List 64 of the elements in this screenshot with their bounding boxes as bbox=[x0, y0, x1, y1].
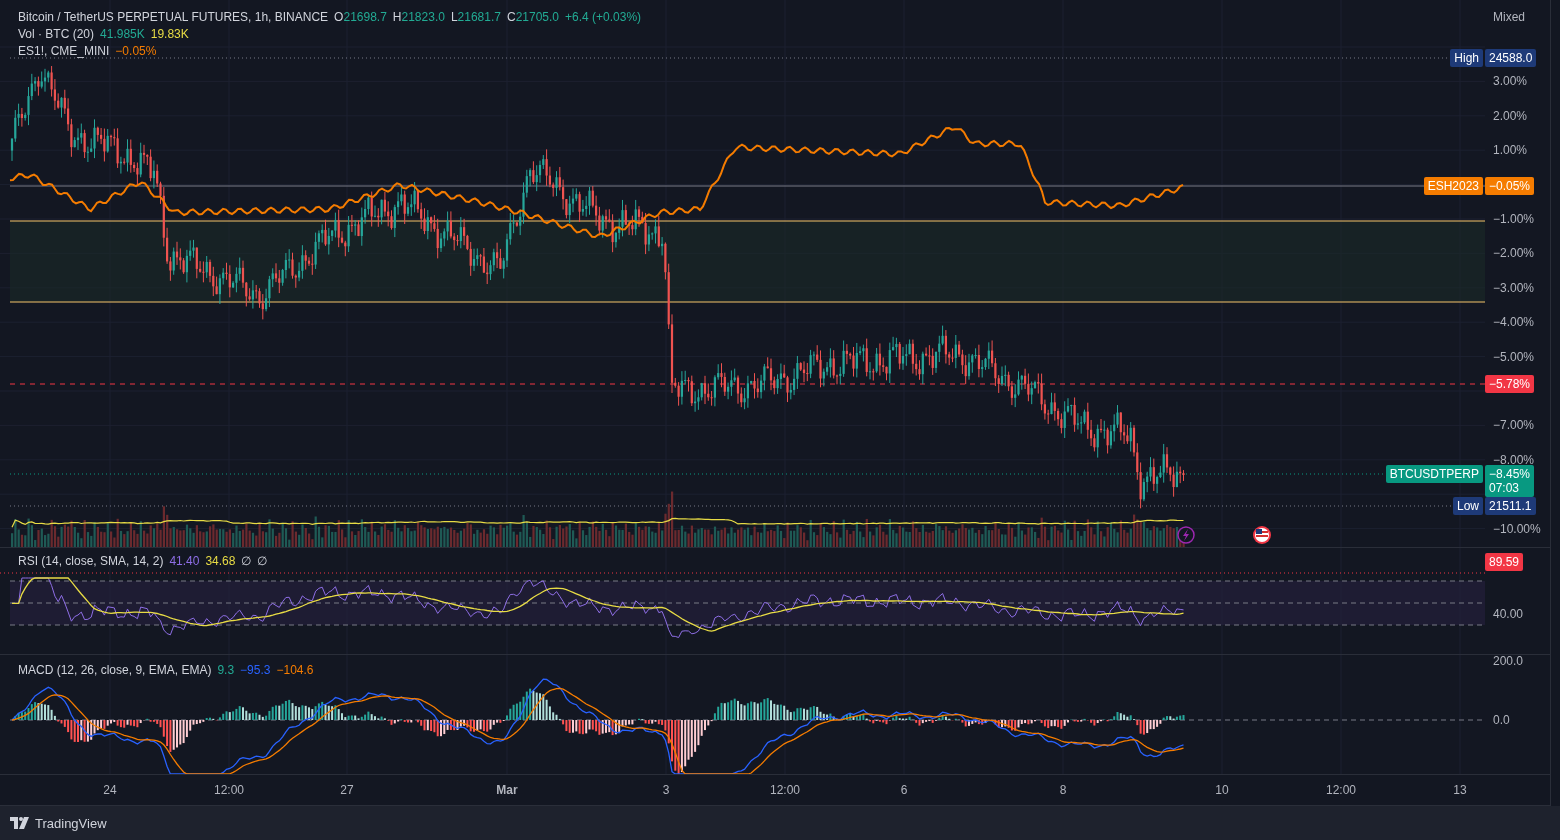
price-label-tag: High bbox=[1450, 49, 1483, 67]
axis-tick: 0.0 bbox=[1493, 713, 1510, 727]
axis-tick: −1.00% bbox=[1493, 212, 1535, 226]
time-tick: Mar bbox=[496, 783, 518, 797]
price-label: 21511.1 bbox=[1485, 497, 1536, 515]
time-tick: 6 bbox=[900, 783, 908, 797]
rsi-value: 41.40 bbox=[169, 554, 200, 568]
macd-legend: MACD (12, 26, close, 9, EMA, EMA) bbox=[18, 663, 212, 677]
rsi-label: 89.59 bbox=[1485, 553, 1524, 571]
time-tick: 12:00 bbox=[1326, 783, 1356, 797]
axis-tick: −4.00% bbox=[1493, 315, 1535, 330]
axis-tick: 200.0 bbox=[1493, 654, 1524, 668]
price-label-tag: BTCUSDTPERP bbox=[1385, 465, 1483, 483]
price-label: −5.78% bbox=[1485, 375, 1535, 393]
lightning-icon[interactable] bbox=[1177, 526, 1195, 544]
empty-value: ∅ bbox=[257, 554, 268, 568]
volume-legend: Vol · BTC (20) bbox=[18, 27, 95, 41]
price-label-tag: ESH2023 bbox=[1423, 177, 1483, 195]
price-label: 24588.0 bbox=[1485, 49, 1537, 67]
brand-link[interactable]: TradingView bbox=[35, 815, 107, 831]
comparison-legend: ES1!, CME_MINI bbox=[18, 44, 110, 58]
ohlc-value: 21823.0 bbox=[401, 10, 445, 24]
macd-value: −95.3 bbox=[240, 663, 271, 677]
rsi-value: 34.68 bbox=[205, 554, 236, 568]
time-tick: 27 bbox=[340, 783, 354, 797]
ohlc-value: 21681.7 bbox=[457, 10, 501, 24]
macd-value: 9.3 bbox=[217, 663, 235, 677]
axis-tick: 1.00% bbox=[1493, 143, 1528, 158]
time-tick: 8 bbox=[1059, 783, 1067, 797]
empty-value: ∅ bbox=[241, 554, 252, 568]
scale-mode[interactable]: Mixed bbox=[1493, 10, 1525, 24]
axis-tick: −5.00% bbox=[1493, 349, 1535, 364]
ohlc-label: L bbox=[450, 10, 458, 24]
axis-tick: 2.00% bbox=[1493, 108, 1528, 123]
axis-tick: −8.00% bbox=[1493, 452, 1535, 467]
axis-tick: 3.00% bbox=[1493, 74, 1528, 89]
axis-tick: −3.00% bbox=[1493, 280, 1535, 295]
time-tick: 24 bbox=[103, 783, 117, 797]
axis-tick: −7.00% bbox=[1493, 418, 1535, 433]
time-tick: 13 bbox=[1453, 783, 1467, 797]
time-tick: 12:00 bbox=[214, 783, 244, 797]
price-label: −8.45% 07:03 bbox=[1485, 465, 1535, 497]
price-label-tag: Low bbox=[1453, 497, 1483, 515]
axis-tick: −10.00% bbox=[1493, 521, 1541, 536]
volume-value: 19.83K bbox=[150, 27, 189, 41]
axis-tick: 40.00 bbox=[1493, 607, 1524, 621]
time-tick: 10 bbox=[1215, 783, 1229, 797]
ohlc-value: 21698.7 bbox=[343, 10, 387, 24]
ohlc-label: H bbox=[392, 10, 402, 24]
ohlc-value: 21705.0 bbox=[515, 10, 560, 24]
logo-icon bbox=[10, 817, 30, 829]
symbol-title: Bitcoin / TetherUS PERPETUAL FUTURES, 1h, BINANCE bbox=[18, 10, 329, 24]
flag-icon[interactable] bbox=[1253, 526, 1271, 544]
volume-value: 41.985K bbox=[100, 27, 145, 41]
ohlc-label: O bbox=[334, 10, 344, 24]
axis-tick: −2.00% bbox=[1493, 246, 1535, 261]
price-change: +6.4 (+0.03%) bbox=[565, 10, 642, 24]
time-tick: 12:00 bbox=[770, 783, 800, 797]
rsi-legend: RSI (14, close, SMA, 14, 2) bbox=[18, 554, 164, 568]
macd-value: −104.6 bbox=[276, 663, 314, 677]
comparison-value: −0.05% bbox=[115, 44, 157, 58]
time-tick: 3 bbox=[662, 783, 670, 797]
ohlc-label: C bbox=[507, 10, 516, 24]
price-label: −0.05% bbox=[1485, 177, 1535, 195]
